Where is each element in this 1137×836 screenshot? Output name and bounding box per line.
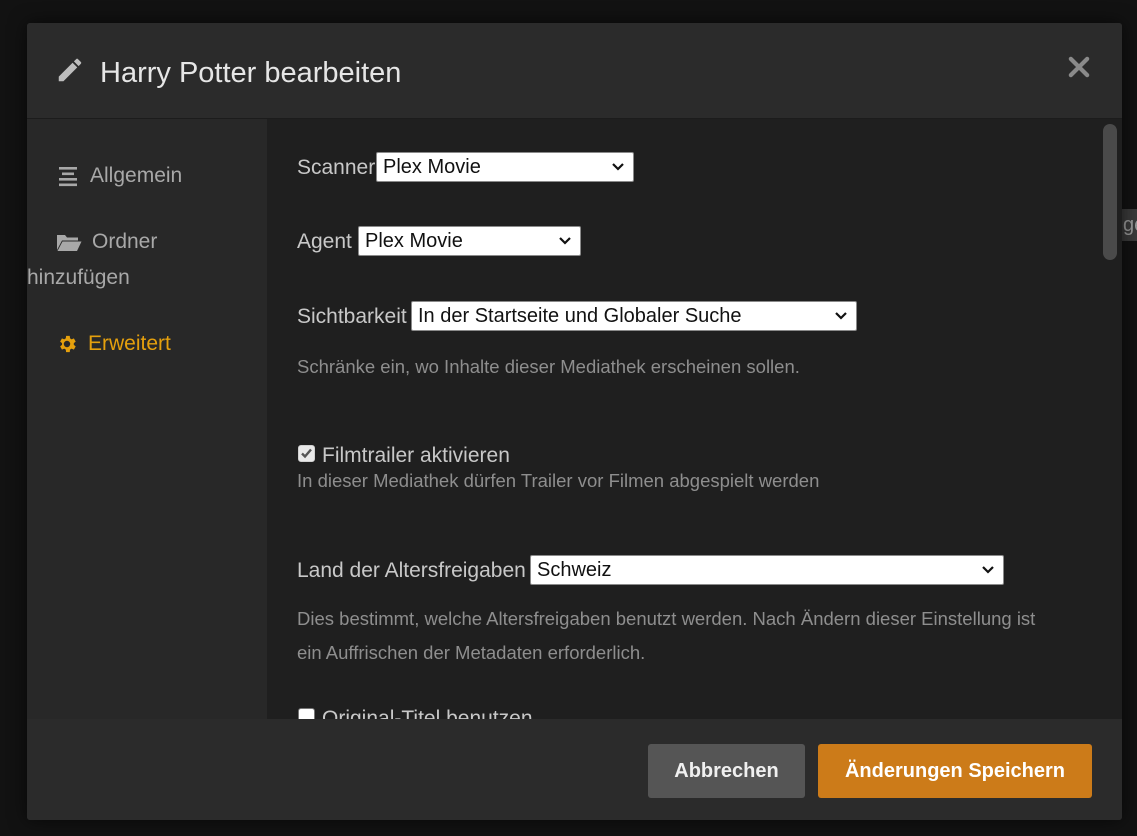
- visibility-label: Sichtbarkeit: [297, 305, 407, 328]
- trailers-checkbox[interactable]: [298, 445, 315, 462]
- sidebar-item-label-line2: hinzufügen: [27, 266, 130, 289]
- list-icon: [59, 167, 77, 187]
- scanner-select[interactable]: Plex Movie: [376, 152, 634, 182]
- chevron-down-icon: [835, 312, 847, 320]
- visibility-select[interactable]: In der Startseite und Globaler Suche: [411, 301, 857, 331]
- agent-label: Agent: [297, 230, 352, 253]
- chevron-down-icon: [612, 163, 624, 171]
- chevron-down-icon: [982, 566, 994, 574]
- dialog-sidebar: Allgemein Ordner hinzufügen Erweitert: [27, 119, 267, 719]
- sidebar-item-ordner-hinzufuegen[interactable]: Ordner hinzufügen: [27, 224, 158, 296]
- original-title-label: Original-Titel benutzen: [322, 707, 533, 719]
- close-icon[interactable]: [1065, 53, 1093, 81]
- checkmark-icon: [301, 448, 312, 459]
- rating-country-label: Land der Altersfreigaben: [297, 559, 526, 582]
- folder-icon: [57, 235, 82, 252]
- sidebar-item-label: Erweitert: [88, 332, 171, 355]
- chevron-down-icon: [559, 237, 571, 245]
- agent-select[interactable]: Plex Movie: [358, 226, 581, 256]
- agent-select-value: Plex Movie: [365, 230, 463, 252]
- rating-country-help-line2: ein Auffrischen der Metadaten erforderli…: [297, 642, 646, 663]
- edit-library-dialog: Harry Potter bearbeiten Allgemein Ordner…: [27, 23, 1122, 820]
- scanner-select-value: Plex Movie: [383, 156, 481, 178]
- sidebar-item-erweitert[interactable]: Erweitert: [56, 326, 171, 362]
- sidebar-item-label: Allgemein: [90, 164, 183, 187]
- original-title-checkbox[interactable]: [298, 708, 315, 719]
- save-button[interactable]: Änderungen Speichern: [818, 744, 1092, 798]
- dialog-title: Harry Potter bearbeiten: [100, 57, 402, 89]
- advanced-settings-panel: Scanner Plex Movie Agent Plex Movie Sich…: [267, 119, 1100, 719]
- rating-country-help-line1: Dies bestimmt, welche Altersfreigaben be…: [297, 608, 1036, 629]
- visibility-select-value: In der Startseite und Globaler Suche: [418, 305, 742, 327]
- rating-country-select[interactable]: Schweiz: [530, 555, 1004, 585]
- pencil-icon: [58, 58, 82, 82]
- scrollbar-thumb[interactable]: [1103, 124, 1117, 260]
- background-peek-text: ge: [1121, 209, 1137, 241]
- scanner-label: Scanner: [297, 156, 376, 179]
- visibility-help-text: Schränke ein, wo Inhalte dieser Mediathe…: [297, 356, 800, 377]
- sidebar-item-allgemein[interactable]: Allgemein: [56, 158, 182, 194]
- gear-icon: [60, 336, 76, 353]
- dialog-header: Harry Potter bearbeiten: [27, 23, 1122, 119]
- trailers-help-text: In dieser Mediathek dürfen Trailer vor F…: [297, 470, 820, 491]
- cancel-button[interactable]: Abbrechen: [648, 744, 805, 798]
- sidebar-item-label: Ordner: [92, 230, 158, 253]
- rating-country-select-value: Schweiz: [537, 559, 612, 581]
